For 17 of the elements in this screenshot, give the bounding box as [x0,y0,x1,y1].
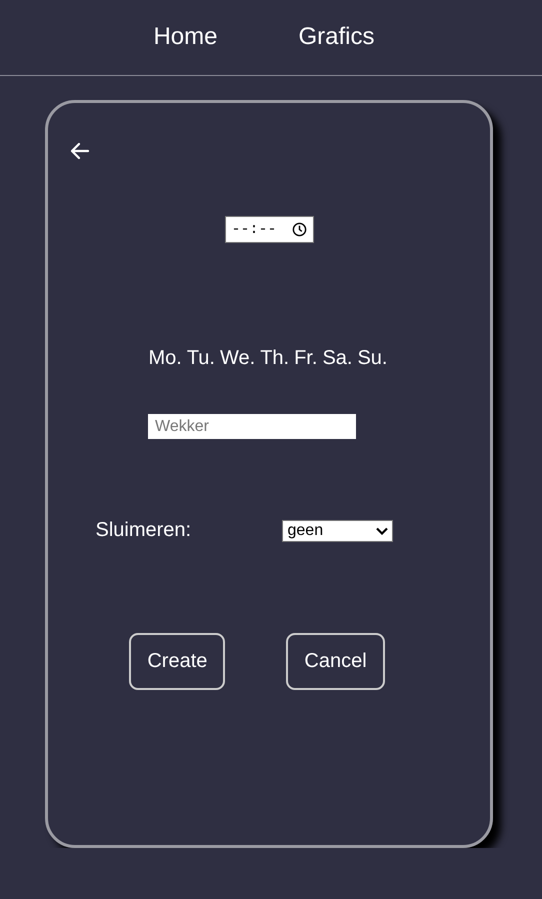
name-field[interactable]: Wekker [148,414,356,439]
chevron-down-icon [376,526,388,534]
weekday-toggle[interactable]: Mo. [148,347,182,370]
weekday-toggle[interactable]: We. [220,347,256,370]
nav-link[interactable]: Home [153,22,218,50]
weekday-toggle[interactable]: Fr. [294,347,318,370]
cancel-button[interactable]: Cancel [286,633,385,690]
weekday-toggle[interactable]: Sa. [322,347,352,370]
time-field[interactable]: --:-- [224,216,314,243]
weekday-toggle[interactable]: Su. [357,347,388,370]
clock-icon [292,222,306,237]
create-button[interactable]: Create [129,633,226,690]
nav-link[interactable]: Grafics [298,22,375,50]
snooze-select[interactable]: geen [282,520,392,542]
weekday-toggle[interactable]: Th. [260,347,290,370]
snooze-label: Sluimeren: [96,519,192,542]
weekday-toggle[interactable]: Tu. [186,347,215,370]
